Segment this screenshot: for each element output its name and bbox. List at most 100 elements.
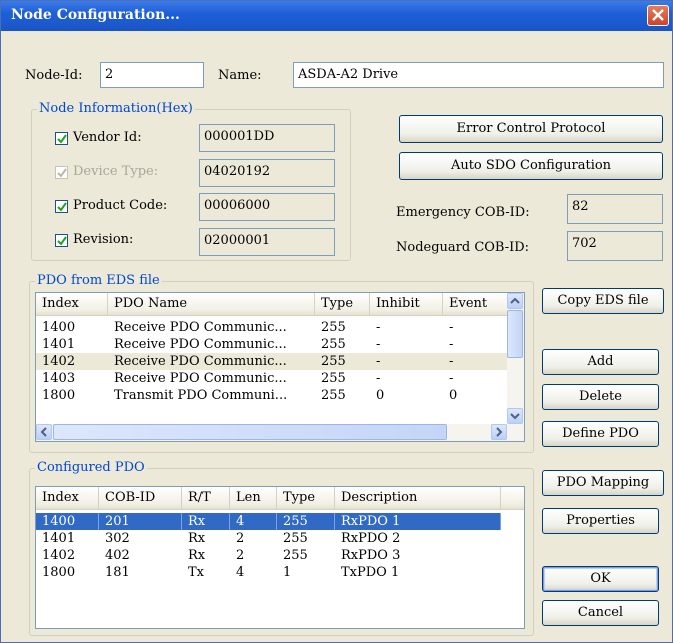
column-header[interactable]: Inhibit — [370, 293, 443, 315]
scroll-left-button[interactable] — [36, 424, 52, 440]
table-cell: TxPDO 1 — [341, 565, 400, 580]
device-type-checkbox[interactable] — [55, 166, 68, 179]
define-pdo-button[interactable]: Define PDO — [542, 421, 659, 447]
eds-pdo-list[interactable]: Index PDO Name Type Inhibit Event 1400 Re… — [35, 292, 525, 442]
eds-list-header: Index PDO Name Type Inhibit Event — [36, 293, 508, 316]
column-header[interactable]: COB-ID — [99, 487, 182, 509]
product-code-value: 00006000 — [199, 193, 335, 221]
ok-button[interactable]: OK — [542, 566, 659, 592]
window-title: Node Configuration... — [11, 7, 180, 23]
table-cell: Receive PDO Communic... — [114, 337, 287, 352]
emergency-cob-id-value: 82 — [567, 194, 663, 224]
table-cell: RxPDO 2 — [341, 531, 401, 546]
revision-label: Revision: — [73, 232, 134, 247]
scroll-down-button[interactable] — [507, 408, 523, 424]
table-cell: 1400 — [42, 320, 76, 335]
table-cell: Tx — [188, 565, 205, 580]
properties-button[interactable]: Properties — [542, 508, 659, 534]
table-cell: - — [449, 354, 454, 369]
checkmark-icon — [57, 236, 67, 246]
pdo-mapping-button[interactable]: PDO Mapping — [542, 470, 664, 496]
column-header[interactable]: Event — [443, 293, 508, 315]
node-id-label: Node-Id: — [25, 68, 83, 83]
product-code-checkbox[interactable] — [55, 200, 68, 213]
table-cell: 255 — [283, 548, 308, 563]
eds-horizontal-scrollbar[interactable] — [36, 424, 524, 441]
table-cell: 255 — [321, 337, 346, 352]
eds-pdo-row[interactable]: 1401 Receive PDO Communic... 255 - - — [36, 336, 508, 353]
auto-sdo-configuration-button[interactable]: Auto SDO Configuration — [399, 152, 663, 180]
pdo-from-eds-title: PDO from EDS file — [35, 273, 162, 288]
configured-pdo-row[interactable]: 1800 181 Tx 4 1 TxPDO 1 — [36, 564, 501, 581]
error-control-protocol-button[interactable]: Error Control Protocol — [399, 115, 663, 143]
vendor-id-checkbox[interactable] — [55, 132, 68, 145]
table-cell: Rx — [188, 548, 206, 563]
table-cell: 1401 — [42, 531, 76, 546]
arrow-down-icon — [510, 413, 520, 420]
configured-pdo-list[interactable]: Index COB-ID R/T Len Type Description 14… — [35, 486, 525, 629]
name-field[interactable]: ASDA-A2 Drive — [293, 62, 664, 88]
table-cell: - — [376, 337, 381, 352]
table-cell: 0 — [449, 388, 458, 403]
column-header[interactable]: Type — [277, 487, 335, 509]
table-cell: 0 — [376, 388, 385, 403]
device-type-value: 04020192 — [199, 159, 335, 187]
column-header[interactable]: PDO Name — [108, 293, 315, 315]
scroll-thumb[interactable] — [507, 310, 523, 358]
eds-pdo-row[interactable]: 1400 Receive PDO Communic... 255 - - — [36, 319, 508, 336]
table-cell: 1800 — [42, 388, 76, 403]
close-button[interactable] — [647, 5, 669, 26]
column-header[interactable]: R/T — [182, 487, 230, 509]
column-header[interactable]: Description — [335, 487, 501, 509]
column-header-spacer — [501, 487, 524, 509]
table-cell: - — [376, 371, 381, 386]
table-cell: 4 — [236, 565, 245, 580]
copy-eds-file-button[interactable]: Copy EDS file — [542, 288, 664, 314]
scroll-right-button[interactable] — [491, 424, 507, 440]
cancel-button[interactable]: Cancel — [542, 600, 659, 626]
table-cell: 1 — [283, 565, 292, 580]
table-cell: - — [449, 320, 454, 335]
revision-value: 02000001 — [199, 228, 335, 256]
arrow-up-icon — [510, 297, 520, 304]
revision-checkbox[interactable] — [55, 234, 68, 247]
vendor-id-value: 000001DD — [199, 124, 335, 152]
scroll-up-button[interactable] — [507, 293, 523, 309]
eds-vertical-scrollbar[interactable] — [507, 293, 524, 424]
table-cell: 255 — [321, 371, 346, 386]
eds-pdo-row[interactable]: 1800 Transmit PDO Communi... 255 0 0 — [36, 387, 508, 404]
node-id-field[interactable]: 2 — [100, 62, 204, 88]
table-cell: 1402 — [42, 354, 76, 369]
column-header[interactable]: Type — [315, 293, 370, 315]
nodeguard-cob-id-label: Nodeguard COB-ID: — [396, 240, 530, 255]
table-cell: 1401 — [42, 337, 76, 352]
configured-pdo-row[interactable]: 1402 402 Rx 2 255 RxPDO 3 — [36, 547, 501, 564]
table-cell: Receive PDO Communic... — [114, 320, 287, 335]
configured-pdo-row[interactable]: 1400 201 Rx 4 255 RxPDO 1 — [36, 513, 501, 530]
table-cell: Transmit PDO Communi... — [114, 388, 288, 403]
configured-pdo-title: Configured PDO — [35, 460, 147, 475]
table-cell: - — [376, 320, 381, 335]
table-cell: Rx — [182, 513, 230, 530]
table-cell: 1400 — [36, 513, 99, 530]
table-cell: 255 — [321, 388, 346, 403]
table-cell: 2 — [236, 548, 245, 563]
column-header[interactable]: Index — [36, 487, 99, 509]
eds-pdo-row[interactable]: 1403 Receive PDO Communic... 255 - - — [36, 370, 508, 387]
configured-list-header: Index COB-ID R/T Len Type Description — [36, 487, 524, 510]
table-cell: 402 — [105, 548, 130, 563]
arrow-left-icon — [40, 427, 47, 437]
add-button[interactable]: Add — [542, 349, 659, 375]
table-cell: - — [449, 371, 454, 386]
column-header[interactable]: Index — [36, 293, 108, 315]
eds-pdo-row[interactable]: 1402 Receive PDO Communic... 255 - - — [36, 353, 508, 370]
nodeguard-cob-id-value: 702 — [567, 231, 663, 261]
delete-button[interactable]: Delete — [542, 384, 659, 410]
column-header[interactable]: Len — [230, 487, 277, 509]
scroll-thumb[interactable] — [53, 424, 447, 440]
table-cell: 255 — [277, 513, 335, 530]
table-cell: - — [449, 337, 454, 352]
table-cell: 2 — [236, 531, 245, 546]
name-label: Name: — [218, 68, 262, 83]
configured-pdo-row[interactable]: 1401 302 Rx 2 255 RxPDO 2 — [36, 530, 501, 547]
